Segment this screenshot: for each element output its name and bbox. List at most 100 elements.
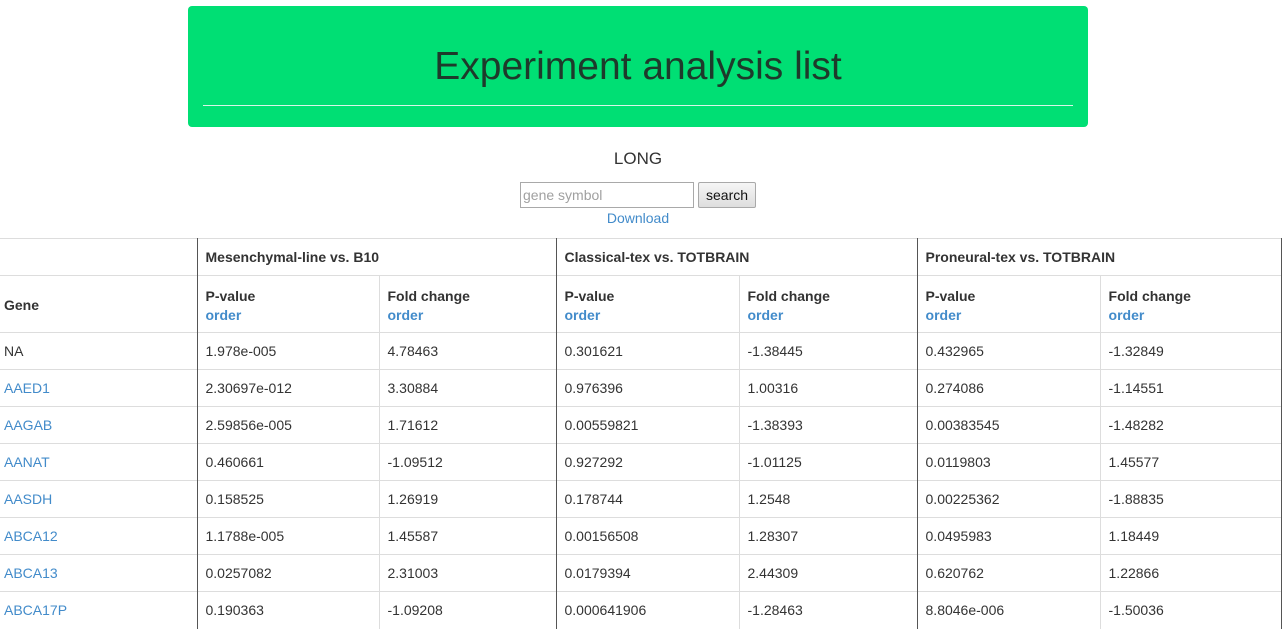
pvalue-header-label: P-value: [564, 287, 615, 304]
pvalue-cell: 0.000641906: [556, 591, 740, 629]
table-row: AANAT 0.460661 -1.09512 0.927292 -1.01125 0.0…: [0, 443, 1282, 481]
fold-change-cell: 3.30884: [379, 369, 557, 407]
group-header-row: Mesenchymal-line vs. B10 Classical-tex v…: [0, 238, 1282, 276]
fold-change-cell: 1.00316: [739, 369, 918, 407]
fold-change-cell: -1.32849: [1100, 332, 1282, 370]
gene-search-input[interactable]: [520, 182, 694, 208]
pvalue-header-3: P-value order: [917, 275, 1101, 333]
analysis-subtitle: LONG: [613, 149, 663, 168]
fold-change-cell: 1.22866: [1100, 554, 1282, 592]
gene-link[interactable]: AANAT: [4, 454, 50, 470]
pvalue-cell: 0.301621: [556, 332, 740, 370]
gene-cell: NA: [0, 332, 198, 370]
gene-link[interactable]: ABCA17P: [4, 602, 67, 618]
gene-column-header: Gene: [0, 275, 198, 333]
gene-cell: AASDH: [0, 480, 198, 518]
order-link-pvalue-1[interactable]: order: [206, 307, 371, 323]
header-banner: Experiment analysis list: [188, 6, 1088, 127]
fold-change-cell: 1.2548: [739, 480, 918, 518]
pvalue-cell: 0.00225362: [917, 480, 1101, 518]
table-row: ABCA17P 0.190363 -1.09208 0.000641906 -1.284…: [0, 591, 1282, 629]
table-row: ABCA12 1.1788e-005 1.45587 0.00156508 1.2830…: [0, 517, 1282, 555]
fold-change-cell: 4.78463: [379, 332, 557, 370]
fold-change-cell: -1.28463: [739, 591, 918, 629]
fold-change-cell: -1.38445: [739, 332, 918, 370]
pvalue-cell: 0.0179394: [556, 554, 740, 592]
pvalue-cell: 0.432965: [917, 332, 1101, 370]
fold-change-cell: 1.45587: [379, 517, 557, 555]
pvalue-header-1: P-value order: [197, 275, 380, 333]
pvalue-cell: 0.274086: [917, 369, 1101, 407]
page-title: Experiment analysis list: [434, 45, 842, 88]
search-form: search: [520, 182, 757, 208]
banner-divider: [203, 105, 1073, 106]
table-row: AAGAB 2.59856e-005 1.71612 0.00559821 -1.383…: [0, 406, 1282, 444]
fold-change-cell: -1.09208: [379, 591, 557, 629]
fold-header-label: Fold change: [747, 287, 830, 304]
column-header-row: Gene P-value order Fold change order P-v…: [0, 275, 1282, 333]
gene-cell: ABCA17P: [0, 591, 198, 629]
pvalue-cell: 0.0119803: [917, 443, 1101, 481]
fold-header-1: Fold change order: [379, 275, 557, 333]
pvalue-header-2: P-value order: [556, 275, 740, 333]
gene-link[interactable]: AAED1: [4, 380, 50, 396]
group-header-classical: Classical-tex vs. TOTBRAIN: [556, 238, 918, 276]
fold-change-cell: 1.28307: [739, 517, 918, 555]
fold-change-cell: 1.18449: [1100, 517, 1282, 555]
results-table: Mesenchymal-line vs. B10 Classical-tex v…: [0, 238, 1282, 629]
fold-change-cell: -1.14551: [1100, 369, 1282, 407]
pvalue-cell: 0.158525: [197, 480, 380, 518]
fold-change-cell: -1.09512: [379, 443, 557, 481]
pvalue-header-label: P-value: [925, 287, 976, 304]
gene-cell: AAGAB: [0, 406, 198, 444]
fold-header-2: Fold change order: [739, 275, 918, 333]
fold-change-cell: 1.45577: [1100, 443, 1282, 481]
table-row: ABCA13 0.0257082 2.31003 0.0179394 2.44309 0.…: [0, 554, 1282, 592]
table-row: AASDH 0.158525 1.26919 0.178744 1.2548 0.0022…: [0, 480, 1282, 518]
gene-cell: ABCA12: [0, 517, 198, 555]
fold-change-cell: 1.26919: [379, 480, 557, 518]
pvalue-cell: 0.620762: [917, 554, 1101, 592]
order-link-fold-3[interactable]: order: [1109, 307, 1273, 323]
pvalue-cell: 0.927292: [556, 443, 740, 481]
fold-header-label: Fold change: [1108, 287, 1191, 304]
pvalue-cell: 2.59856e-005: [197, 406, 380, 444]
gene-cell: AAED1: [0, 369, 198, 407]
pvalue-cell: 8.8046e-006: [917, 591, 1101, 629]
order-link-pvalue-3[interactable]: order: [926, 307, 1092, 323]
pvalue-cell: 0.178744: [556, 480, 740, 518]
table-row: NA 1.978e-005 4.78463 0.301621 -1.38445 0.432…: [0, 332, 1282, 370]
gene-cell: ABCA13: [0, 554, 198, 592]
gene-cell: AANAT: [0, 443, 198, 481]
table-row: AAED1 2.30697e-012 3.30884 0.976396 1.00316 0…: [0, 369, 1282, 407]
pvalue-cell: 1.978e-005: [197, 332, 380, 370]
results-body: NA 1.978e-005 4.78463 0.301621 -1.38445 0.432…: [0, 332, 1282, 629]
gene-link[interactable]: AASDH: [4, 491, 52, 507]
fold-header-3: Fold change order: [1100, 275, 1282, 333]
fold-change-cell: -1.50036: [1100, 591, 1282, 629]
gene-label: NA: [4, 343, 24, 359]
fold-change-cell: -1.48282: [1100, 406, 1282, 444]
pvalue-cell: 0.0495983: [917, 517, 1101, 555]
gene-link[interactable]: AAGAB: [4, 417, 52, 433]
pvalue-cell: 0.0257082: [197, 554, 380, 592]
order-link-fold-1[interactable]: order: [388, 307, 548, 323]
download-link[interactable]: Download: [0, 210, 1276, 226]
group-header-mesenchymal: Mesenchymal-line vs. B10: [197, 238, 557, 276]
pvalue-header-label: P-value: [205, 287, 256, 304]
pvalue-cell: 0.976396: [556, 369, 740, 407]
fold-change-cell: -1.38393: [739, 406, 918, 444]
pvalue-cell: 2.30697e-012: [197, 369, 380, 407]
fold-change-cell: -1.01125: [739, 443, 918, 481]
pvalue-cell: 0.00156508: [556, 517, 740, 555]
fold-change-cell: 1.71612: [379, 406, 557, 444]
fold-header-label: Fold change: [387, 287, 470, 304]
pvalue-cell: 0.190363: [197, 591, 380, 629]
order-link-pvalue-2[interactable]: order: [565, 307, 731, 323]
gene-link[interactable]: ABCA12: [4, 528, 58, 544]
order-link-fold-2[interactable]: order: [748, 307, 909, 323]
pvalue-cell: 0.460661: [197, 443, 380, 481]
search-button[interactable]: search: [698, 182, 757, 208]
gene-link[interactable]: ABCA13: [4, 565, 58, 581]
pvalue-cell: 0.00383545: [917, 406, 1101, 444]
